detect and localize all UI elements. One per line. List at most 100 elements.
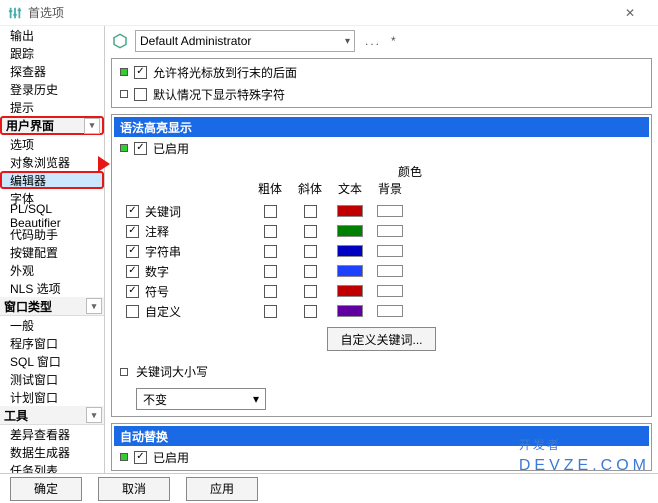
bg-color-swatch[interactable] — [377, 265, 403, 277]
checkbox-bold[interactable] — [264, 205, 277, 218]
checkbox-row-enable[interactable] — [126, 205, 139, 218]
dialog-buttons: 确定 取消 应用 — [0, 473, 658, 503]
checkbox-show-special[interactable] — [134, 88, 147, 101]
chevron-down-icon: ▾ — [345, 36, 350, 47]
chevron-down-icon[interactable]: ▾ — [86, 298, 102, 314]
custom-keywords-button[interactable]: 自定义关键词... — [327, 327, 435, 351]
status-dot-icon — [120, 368, 128, 376]
titlebar: 首选项 ✕ — [0, 0, 658, 26]
text-color-swatch[interactable] — [337, 305, 363, 317]
annotation-arrow-icon — [98, 156, 110, 172]
sidebar-item-options[interactable]: 选项 — [0, 135, 104, 153]
sidebar-item-editor[interactable]: 编辑器 — [0, 171, 104, 189]
sidebar-category-window[interactable]: 窗口类型 ▾ — [0, 297, 104, 316]
syntax-grid: 颜色 粗体 斜体 文本 背景 关键词注释字符串数字符号自定义 自定义关键词... — [114, 159, 649, 359]
row-label: 数字 — [145, 263, 169, 280]
checkbox-italic[interactable] — [304, 285, 317, 298]
checkbox-italic[interactable] — [304, 305, 317, 318]
syntax-row: 字符串 — [120, 241, 643, 261]
col-header: 斜体 — [290, 180, 330, 197]
row-label: 字符串 — [145, 243, 181, 260]
profile-select[interactable]: Default Administrator ▾ — [135, 30, 355, 52]
checkbox-bold[interactable] — [264, 305, 277, 318]
sidebar-item-keys[interactable]: 按键配置 — [0, 243, 104, 261]
keyword-case-select[interactable]: 不变 ▾ — [136, 388, 266, 410]
sidebar-item[interactable]: 输出 — [0, 26, 104, 44]
checkbox-italic[interactable] — [304, 205, 317, 218]
more-button[interactable]: ... — [361, 34, 385, 48]
preferences-icon — [8, 6, 22, 20]
category-label: 窗口类型 — [4, 298, 52, 315]
checkbox-autoreplace-enabled[interactable] — [134, 451, 147, 464]
cancel-button[interactable]: 取消 — [98, 477, 170, 501]
checkbox-italic[interactable] — [304, 265, 317, 278]
checkbox-bold[interactable] — [264, 245, 277, 258]
row-label: 自定义 — [145, 303, 181, 320]
checkbox-italic[interactable] — [304, 225, 317, 238]
sidebar-item[interactable]: 提示 — [0, 98, 104, 116]
ok-button[interactable]: 确定 — [10, 477, 82, 501]
apply-button[interactable]: 应用 — [186, 477, 258, 501]
bg-color-swatch[interactable] — [377, 305, 403, 317]
sidebar-item[interactable]: 测试窗口 — [0, 370, 104, 388]
syntax-row: 关键词 — [120, 201, 643, 221]
close-icon[interactable]: ✕ — [610, 0, 650, 26]
sidebar-item[interactable]: 探查器 — [0, 62, 104, 80]
checkbox-bold[interactable] — [264, 225, 277, 238]
sidebar-category-tools[interactable]: 工具 ▾ — [0, 406, 104, 425]
col-header: 文本 — [330, 180, 370, 197]
text-color-swatch[interactable] — [337, 245, 363, 257]
chevron-down-icon[interactable]: ▾ — [84, 118, 100, 134]
option-label: 已启用 — [153, 449, 189, 466]
checkbox-italic[interactable] — [304, 245, 317, 258]
cursor-panel: 允许将光标放到行末的后面 默认情况下显示特殊字符 — [111, 58, 652, 108]
checkbox-bold[interactable] — [264, 285, 277, 298]
profile-value: Default Administrator — [140, 34, 251, 48]
sidebar-category-ui[interactable]: 用户界面 ▾ — [0, 116, 104, 135]
syntax-row: 数字 — [120, 261, 643, 281]
bg-color-swatch[interactable] — [377, 205, 403, 217]
col-header: 粗体 — [250, 180, 290, 197]
sidebar-item[interactable]: SQL 窗口 — [0, 352, 104, 370]
sidebar-item[interactable]: 计划窗口 — [0, 388, 104, 406]
checkbox-bold[interactable] — [264, 265, 277, 278]
sidebar-item-nls[interactable]: NLS 选项 — [0, 279, 104, 297]
bg-color-swatch[interactable] — [377, 245, 403, 257]
sidebar-item[interactable]: 任务列表 — [0, 461, 104, 473]
sidebar-item[interactable]: 数据生成器 — [0, 443, 104, 461]
star-icon[interactable]: * — [391, 34, 396, 48]
text-color-swatch[interactable] — [337, 225, 363, 237]
checkbox-row-enable[interactable] — [126, 265, 139, 278]
syntax-row: 符号 — [120, 281, 643, 301]
checkbox-row-enable[interactable] — [126, 245, 139, 258]
text-color-swatch[interactable] — [337, 205, 363, 217]
bg-color-swatch[interactable] — [377, 285, 403, 297]
row-label: 注释 — [145, 223, 169, 240]
select-value: 不变 — [143, 391, 167, 408]
status-dot-icon — [120, 68, 128, 76]
checkbox-allow-cursor-eol[interactable] — [134, 66, 147, 79]
sidebar-item[interactable]: 一般 — [0, 316, 104, 334]
chevron-down-icon: ▾ — [253, 392, 259, 406]
option-label: 关键词大小写 — [136, 363, 208, 380]
sidebar-item[interactable]: 程序窗口 — [0, 334, 104, 352]
syntax-row: 注释 — [120, 221, 643, 241]
sidebar-item[interactable]: 登录历史 — [0, 80, 104, 98]
sidebar-item-object-browser[interactable]: 对象浏览器 — [0, 153, 104, 171]
category-label: 用户界面 — [6, 117, 54, 134]
sidebar-item-beautifier[interactable]: PL/SQL Beautifier — [0, 207, 104, 225]
row-label: 关键词 — [145, 203, 181, 220]
text-color-swatch[interactable] — [337, 265, 363, 277]
checkbox-syntax-enabled[interactable] — [134, 142, 147, 155]
checkbox-row-enable[interactable] — [126, 285, 139, 298]
sidebar-item[interactable]: 差异查看器 — [0, 425, 104, 443]
text-color-swatch[interactable] — [337, 285, 363, 297]
bg-color-swatch[interactable] — [377, 225, 403, 237]
sidebar-item[interactable]: 跟踪 — [0, 44, 104, 62]
option-label: 允许将光标放到行末的后面 — [153, 64, 297, 81]
checkbox-row-enable[interactable] — [126, 225, 139, 238]
sidebar-item-appearance[interactable]: 外观 — [0, 261, 104, 279]
chevron-down-icon[interactable]: ▾ — [86, 407, 102, 423]
checkbox-row-enable[interactable] — [126, 305, 139, 318]
row-label: 符号 — [145, 283, 169, 300]
